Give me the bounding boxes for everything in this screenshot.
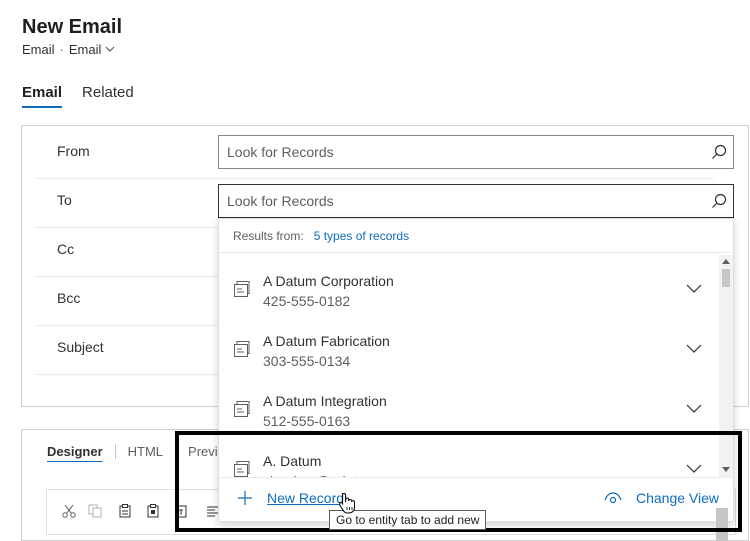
- record-types-link[interactable]: 5 types of records: [314, 229, 409, 243]
- form-selector-label: Email: [68, 42, 102, 57]
- chevron-down-icon[interactable]: [685, 283, 703, 295]
- page-title: New Email: [22, 16, 123, 38]
- plus-icon: [238, 491, 252, 505]
- eye-icon: [604, 492, 622, 504]
- cut-icon[interactable]: [62, 504, 76, 518]
- separator-dot: ·: [59, 42, 64, 57]
- chevron-down-icon[interactable]: [685, 343, 703, 355]
- from-label: From: [57, 143, 90, 159]
- tab-related[interactable]: Related: [82, 84, 134, 108]
- scroll-thumb[interactable]: [722, 269, 730, 287]
- chevron-down-icon: [105, 46, 115, 52]
- change-view-button[interactable]: Change View: [604, 490, 719, 506]
- chevron-down-icon[interactable]: [685, 463, 703, 475]
- search-icon[interactable]: [705, 137, 733, 167]
- new-record-button[interactable]: New Record: [237, 490, 344, 506]
- results-scrollbar[interactable]: [719, 255, 733, 477]
- account-icon: [234, 341, 250, 357]
- new-record-label: New Record: [267, 490, 345, 506]
- form-tabs: Email Related: [22, 84, 134, 108]
- breadcrumb: Email · Email: [22, 42, 115, 57]
- record-name: A. Datum: [263, 453, 322, 469]
- lookup-results-flyout: Results from: 5 types of records A Datum…: [218, 218, 734, 522]
- list-item[interactable]: A Datum Integration 512-555-0163: [219, 379, 715, 439]
- results-label: Results from:: [233, 228, 304, 243]
- scroll-up-icon[interactable]: [722, 258, 730, 264]
- record-name: A Datum Corporation: [263, 273, 394, 289]
- scroll-down-icon[interactable]: [722, 467, 730, 473]
- hand-cursor-icon: [339, 492, 355, 514]
- account-icon: [234, 281, 250, 297]
- tab-designer[interactable]: Designer: [47, 444, 116, 459]
- copy-icon[interactable]: [88, 504, 102, 518]
- form-selector[interactable]: Email: [69, 42, 116, 57]
- results-header: Results from: 5 types of records: [219, 219, 733, 253]
- record-name: A Datum Fabrication: [263, 333, 390, 349]
- paste-word-icon[interactable]: [174, 504, 188, 518]
- account-icon: [234, 401, 250, 417]
- record-name: A Datum Integration: [263, 393, 387, 409]
- search-icon[interactable]: [705, 186, 733, 216]
- change-view-label: Change View: [635, 490, 719, 506]
- record-detail: 303-555-0134: [263, 353, 351, 369]
- page-scrollbar-thumb[interactable]: [716, 508, 728, 541]
- editor-tabs: Designer HTML Preview: [47, 444, 246, 459]
- subject-label: Subject: [57, 339, 104, 355]
- to-lookup[interactable]: [218, 184, 734, 218]
- paste-text-icon[interactable]: [146, 504, 160, 518]
- to-input[interactable]: [219, 185, 705, 217]
- list-item[interactable]: A Datum Corporation 425-555-0182: [219, 259, 715, 319]
- from-input[interactable]: [219, 136, 705, 168]
- account-icon: [234, 461, 250, 477]
- list-item[interactable]: A Datum Fabrication 303-555-0134: [219, 319, 715, 379]
- paste-icon[interactable]: [118, 504, 132, 518]
- tab-email[interactable]: Email: [22, 84, 63, 108]
- chevron-down-icon[interactable]: [685, 403, 703, 415]
- to-label: To: [57, 192, 72, 208]
- bcc-label: Bcc: [57, 290, 81, 306]
- entity-name: Email: [22, 42, 55, 57]
- record-detail: 425-555-0182: [263, 293, 351, 309]
- cc-label: Cc: [57, 241, 75, 257]
- tab-html[interactable]: HTML: [116, 444, 177, 459]
- from-lookup[interactable]: [218, 135, 734, 169]
- record-detail: 512-555-0163: [263, 413, 351, 429]
